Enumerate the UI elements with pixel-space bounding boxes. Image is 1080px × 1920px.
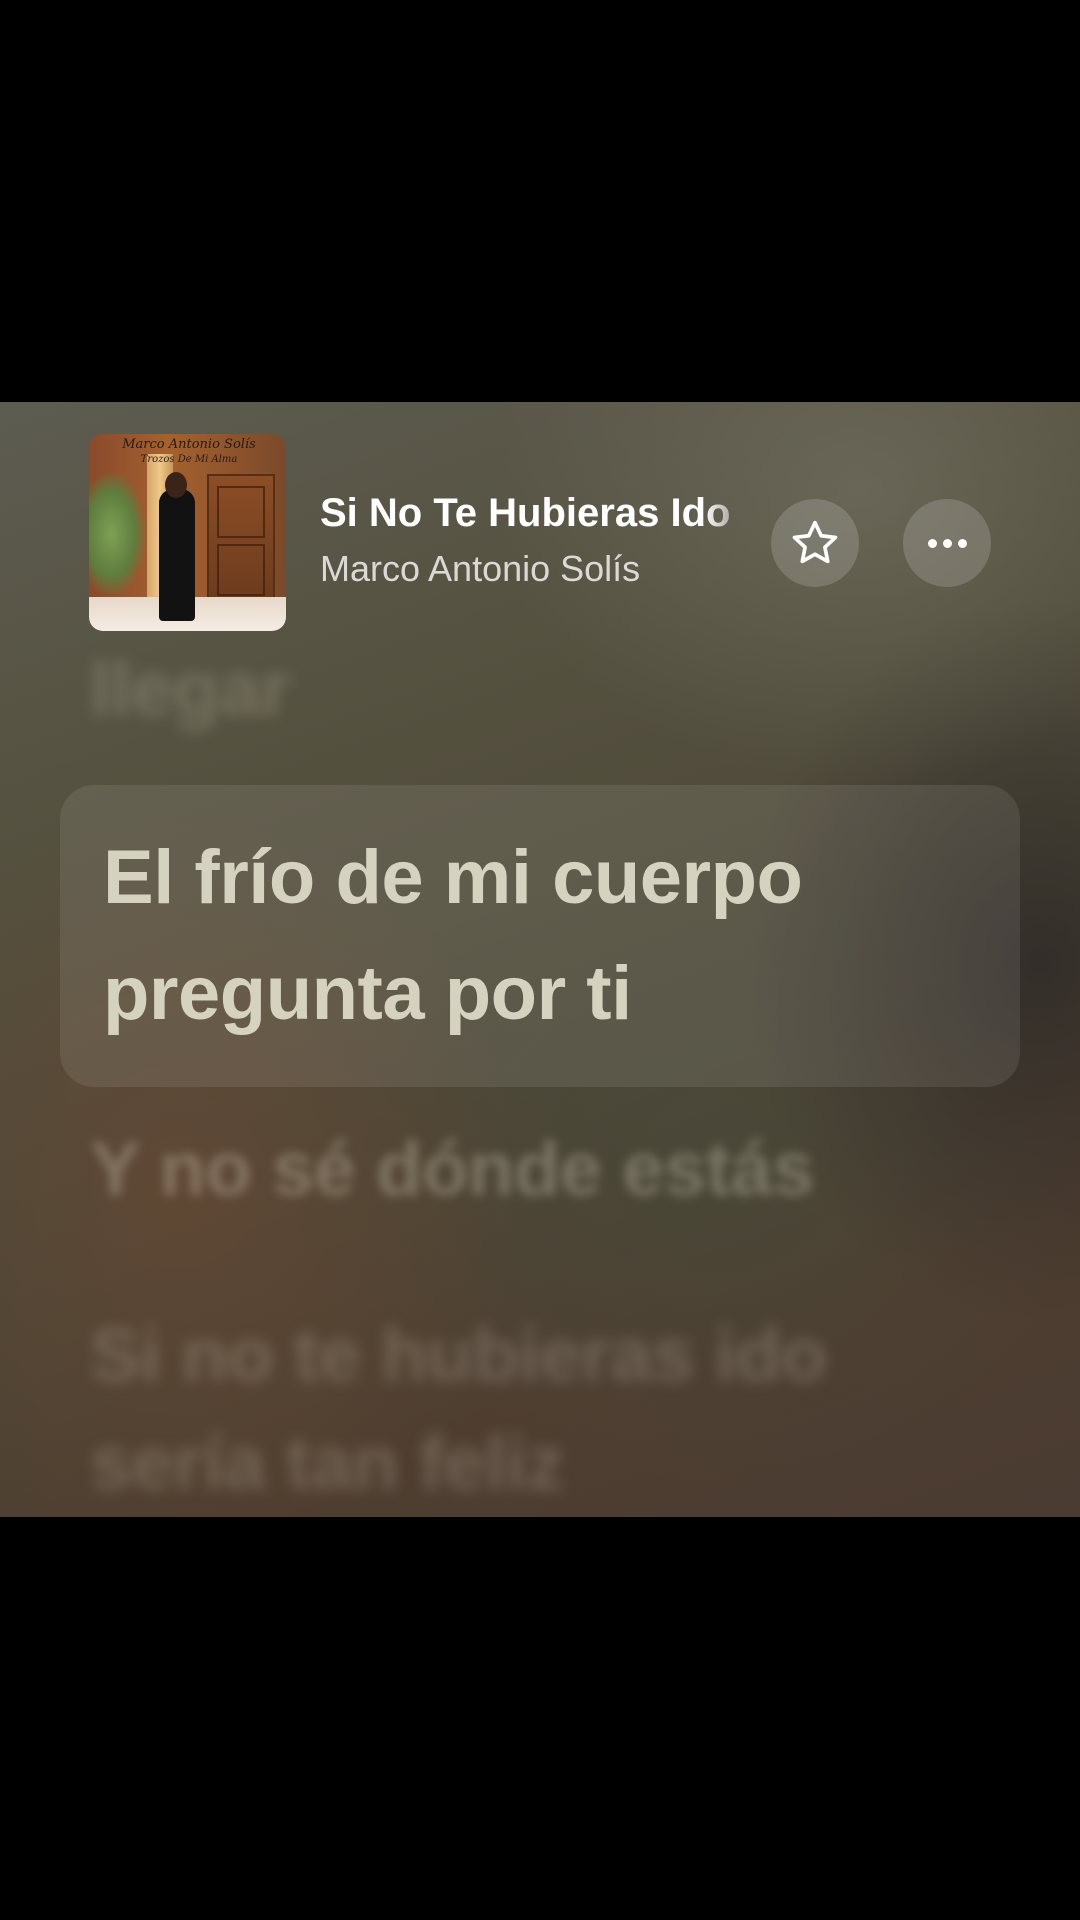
album-art-figure-head	[165, 472, 187, 498]
lyric-line-previous[interactable]: llegar	[90, 642, 990, 738]
lyric-line-current: El frío de mi cuerpo pregunta por ti	[103, 820, 983, 1052]
album-artwork[interactable]: Marco Antonio Solís Trozos De Mi Alma	[89, 434, 286, 631]
song-artist[interactable]: Marco Antonio Solís	[320, 548, 740, 590]
song-title[interactable]: Si No Te Hubieras Ido	[320, 491, 756, 536]
letterbox-top	[0, 0, 1080, 402]
lyric-line-upcoming[interactable]: Si no te hubieras ido sería tan feliz	[90, 1302, 990, 1517]
favorite-button[interactable]	[771, 499, 859, 587]
lyric-current-line-1: El frío de mi cuerpo	[103, 835, 803, 920]
album-art-door	[207, 474, 275, 604]
lyric-upcoming-line-1: Si no te hubieras ido	[90, 1313, 827, 1398]
album-art-plants	[89, 474, 145, 594]
album-art-artist-lettering: Marco Antonio Solís	[122, 437, 256, 452]
lyric-current-line-2: pregunta por ti	[103, 951, 632, 1036]
more-options-button[interactable]	[903, 499, 991, 587]
album-art-figure	[159, 489, 195, 621]
star-outline-icon	[792, 520, 838, 564]
lyric-line-next[interactable]: Y no sé dónde estás	[90, 1122, 990, 1218]
letterbox-bottom	[0, 1517, 1080, 1920]
ellipsis-icon	[927, 538, 967, 548]
lyric-upcoming-line-2: sería tan feliz	[90, 1421, 565, 1506]
lyrics-player: Marco Antonio Solís Trozos De Mi Alma Si…	[0, 402, 1080, 1517]
album-art-album-lettering: Trozos De Mi Alma	[140, 454, 238, 465]
